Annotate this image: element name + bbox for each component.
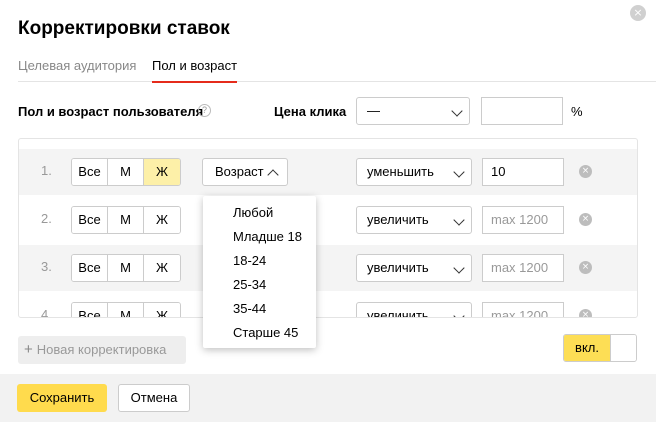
adjust-value-input[interactable]: max 1200	[482, 302, 564, 317]
gender-segmented-control: Все М Ж	[71, 206, 181, 234]
tab-target-audience[interactable]: Целевая аудитория	[18, 58, 136, 82]
chevron-down-icon	[453, 214, 465, 226]
gender-segmented-control: Все М Ж	[71, 302, 181, 317]
gender-all-button[interactable]: Все	[72, 159, 108, 185]
cancel-button[interactable]: Отмена	[118, 384, 190, 412]
gender-male-button[interactable]: М	[108, 303, 144, 317]
price-mode-value: —	[367, 103, 380, 118]
gender-female-button[interactable]: Ж	[144, 255, 180, 281]
save-button[interactable]: Сохранить	[17, 384, 107, 412]
bid-adjustments-dialog: × Корректировки ставок Целевая аудитория…	[0, 0, 656, 422]
help-icon[interactable]: ?	[198, 104, 211, 117]
chevron-down-icon	[453, 262, 465, 274]
close-icon[interactable]: ×	[630, 5, 646, 21]
correction-row: 1. Все М Ж Возраст уменьшить 10 ×	[19, 149, 637, 195]
gender-female-button[interactable]: Ж	[144, 303, 180, 317]
enable-toggle[interactable]: вкл.	[563, 334, 637, 362]
correction-row: 3. Все М Ж увеличить max 1200 ×	[19, 245, 637, 291]
age-option-25-34[interactable]: 25-34	[203, 274, 316, 298]
adjust-direction-value: увеличить	[367, 212, 429, 227]
gender-segmented-control: Все М Ж	[71, 158, 181, 186]
corrections-list[interactable]: 1. Все М Ж Возраст уменьшить 10 × 2. Все…	[18, 138, 638, 318]
gender-female-button[interactable]: Ж	[144, 159, 180, 185]
remove-icon[interactable]: ×	[579, 309, 592, 317]
dialog-footer: Сохранить Отмена	[0, 374, 656, 422]
gender-male-button[interactable]: М	[108, 159, 144, 185]
chevron-down-icon	[453, 166, 465, 178]
dialog-title: Корректировки ставок	[18, 18, 230, 39]
remove-icon[interactable]: ×	[579, 165, 592, 178]
adjust-direction-value: увеличить	[367, 260, 429, 275]
adjust-value-input[interactable]: max 1200	[482, 254, 564, 282]
gender-segmented-control: Все М Ж	[71, 254, 181, 282]
adjust-direction-value: увеличить	[367, 308, 429, 318]
toggle-on-label: вкл.	[564, 335, 610, 361]
price-input[interactable]	[481, 97, 563, 125]
adjust-direction-select[interactable]: увеличить	[356, 302, 472, 318]
correction-row: 2. Все М Ж увеличить max 1200 ×	[19, 197, 637, 243]
age-option-18-24[interactable]: 18-24	[203, 250, 316, 274]
adjust-direction-select[interactable]: увеличить	[356, 254, 472, 282]
age-option-over-45[interactable]: Старше 45	[203, 322, 316, 346]
age-dropdown-menu: Любой Младше 18 18-24 25-34 35-44 Старше…	[203, 196, 316, 348]
new-correction-label: Новая корректировка	[36, 342, 167, 357]
row-number: 1.	[41, 163, 52, 178]
header-row: Пол и возраст пользователя ? Цена клика …	[18, 97, 638, 125]
toggle-knob	[610, 335, 636, 361]
age-option-35-44[interactable]: 35-44	[203, 298, 316, 322]
age-option-any[interactable]: Любой	[203, 202, 316, 226]
new-correction-button[interactable]: + Новая корректировка	[18, 336, 186, 364]
gender-age-label: Пол и возраст пользователя	[18, 104, 204, 119]
gender-all-button[interactable]: Все	[72, 207, 108, 233]
adjust-direction-select[interactable]: увеличить	[356, 206, 472, 234]
adjust-value-input[interactable]: max 1200	[482, 206, 564, 234]
gender-female-button[interactable]: Ж	[144, 207, 180, 233]
adjust-value-input[interactable]: 10	[482, 158, 564, 186]
gender-male-button[interactable]: М	[108, 255, 144, 281]
percent-sign: %	[571, 104, 583, 119]
adjust-direction-value: уменьшить	[367, 164, 434, 179]
tabs-bar: Целевая аудитория Пол и возраст	[18, 58, 656, 83]
chevron-down-icon	[451, 105, 463, 117]
adjust-direction-select[interactable]: уменьшить	[356, 158, 472, 186]
remove-icon[interactable]: ×	[579, 261, 592, 274]
click-price-label: Цена клика	[274, 104, 347, 119]
row-number: 2.	[41, 211, 52, 226]
plus-icon: +	[24, 341, 33, 358]
gender-male-button[interactable]: М	[108, 207, 144, 233]
row-number: 4.	[41, 307, 52, 318]
gender-all-button[interactable]: Все	[72, 255, 108, 281]
remove-icon[interactable]: ×	[579, 213, 592, 226]
row-number: 3.	[41, 259, 52, 274]
gender-all-button[interactable]: Все	[72, 303, 108, 317]
price-mode-select[interactable]: —	[356, 97, 470, 125]
chevron-up-icon	[267, 169, 279, 181]
correction-row: 4. Все М Ж увеличить max 1200 ×	[19, 293, 637, 318]
chevron-down-icon	[453, 310, 465, 317]
tab-gender-age[interactable]: Пол и возраст	[152, 58, 238, 83]
age-dropdown-button[interactable]: Возраст	[202, 158, 288, 186]
age-button-label: Возраст	[215, 164, 264, 179]
age-option-under-18[interactable]: Младше 18	[203, 226, 316, 250]
